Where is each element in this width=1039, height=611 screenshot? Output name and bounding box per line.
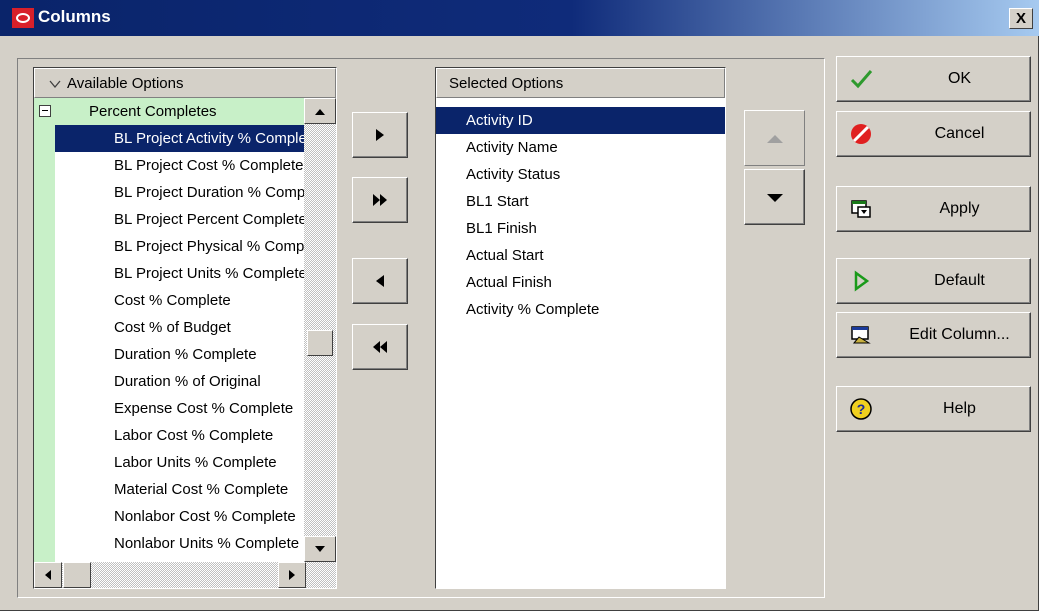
scroll-right-button[interactable] xyxy=(278,562,306,588)
arrow-right-icon xyxy=(376,129,384,141)
no-entry-icon xyxy=(851,124,871,144)
selected-list-item[interactable]: Activity ID xyxy=(436,107,725,134)
edit-column-button-label: Edit Column... xyxy=(909,326,1010,343)
selected-options-header[interactable]: Selected Options xyxy=(436,68,725,98)
double-arrow-left-icon xyxy=(373,341,387,353)
move-down-button[interactable] xyxy=(744,169,805,225)
cancel-button-label: Cancel xyxy=(934,125,985,142)
group-collapse-icon[interactable] xyxy=(39,105,51,117)
available-list-item[interactable]: Labor Units % Complete xyxy=(55,449,304,476)
selected-list-item[interactable]: Actual Finish xyxy=(436,269,725,296)
available-list-item[interactable]: Material Cost % Complete xyxy=(55,476,304,503)
available-list-item[interactable]: BL Project Activity % Complete xyxy=(55,125,304,152)
available-list-item[interactable]: BL Project Cost % Complete xyxy=(55,152,304,179)
selected-list-item[interactable]: BL1 Start xyxy=(436,188,725,215)
checkmark-icon xyxy=(850,70,873,89)
title-bar[interactable]: Columns X xyxy=(0,0,1039,36)
selected-options-list[interactable]: Selected Options Activity ID Activity Nam… xyxy=(435,67,726,589)
available-list-item[interactable]: Expense Cost % Complete xyxy=(55,395,304,422)
available-list-item[interactable]: Nonlabor Units % Complete xyxy=(55,530,304,557)
available-list-item[interactable]: BL Project Duration % Complete xyxy=(55,179,304,206)
selected-list-item[interactable]: Activity Name xyxy=(436,134,725,161)
help-button-label: Help xyxy=(943,400,976,417)
ok-button-label: OK xyxy=(947,70,972,87)
selected-options-header-label: Selected Options xyxy=(449,74,564,92)
available-list-item[interactable]: Duration % of Original xyxy=(55,368,304,395)
available-list-item[interactable]: Labor Cost % Complete xyxy=(55,422,304,449)
add-all-button[interactable] xyxy=(352,177,408,223)
group-row-percent-completes[interactable]: Percent Completes xyxy=(34,98,304,125)
play-triangle-icon xyxy=(854,270,870,292)
scroll-left-button[interactable] xyxy=(34,562,62,588)
default-button[interactable]: Default xyxy=(836,258,1031,304)
tree-indent-band xyxy=(34,98,55,562)
default-button-label: Default xyxy=(934,272,985,289)
move-up-button[interactable] xyxy=(744,110,805,166)
edit-column-icon xyxy=(851,326,871,344)
edit-column-button[interactable]: Edit Column... xyxy=(836,312,1031,358)
available-list-item[interactable]: BL Project Units % Complete xyxy=(55,260,304,287)
remove-all-button[interactable] xyxy=(352,324,408,370)
move-up-icon xyxy=(767,135,783,143)
ok-button[interactable]: OK xyxy=(836,56,1031,102)
available-list-item[interactable]: Duration % Complete xyxy=(55,341,304,368)
available-vertical-scrollbar[interactable] xyxy=(304,98,336,562)
available-horizontal-scrollbar[interactable] xyxy=(34,562,336,588)
available-list-item[interactable]: BL Project Percent Complete xyxy=(55,206,304,233)
window-title: Columns xyxy=(38,7,111,26)
available-list-item[interactable]: Nonlabor Cost % Complete xyxy=(55,503,304,530)
available-options-header-label: Available Options xyxy=(67,74,184,92)
available-options-header[interactable]: Available Options xyxy=(34,68,336,98)
scroll-thumb[interactable] xyxy=(307,330,333,356)
columns-dialog: Columns X Available Options Percent Comp… xyxy=(0,0,1039,611)
add-button[interactable] xyxy=(352,112,408,158)
selected-list-item[interactable]: Activity % Complete xyxy=(436,296,725,323)
available-list-item[interactable]: BL Project Physical % Complete xyxy=(55,233,304,260)
remove-button[interactable] xyxy=(352,258,408,304)
available-list-item[interactable]: Cost % Complete xyxy=(55,287,304,314)
apply-button[interactable]: Apply xyxy=(836,186,1031,232)
available-list-item[interactable]: Cost % of Budget xyxy=(55,314,304,341)
horizontal-scroll-thumb[interactable] xyxy=(63,562,91,588)
collapse-chevron-icon xyxy=(49,75,63,92)
svg-text:?: ? xyxy=(857,401,866,417)
apply-button-label: Apply xyxy=(939,200,980,217)
help-icon: ? xyxy=(850,398,872,420)
selected-list-item[interactable]: BL1 Finish xyxy=(436,215,725,242)
available-options-list[interactable]: Available Options Percent Completes BL P… xyxy=(33,67,337,589)
move-down-icon xyxy=(767,194,783,202)
selected-list-item[interactable]: Actual Start xyxy=(436,242,725,269)
selected-list-item[interactable]: Activity Status xyxy=(436,161,725,188)
arrow-left-icon xyxy=(376,275,384,287)
close-button[interactable]: X xyxy=(1009,8,1033,29)
scroll-down-button[interactable] xyxy=(304,536,336,562)
scroll-up-button[interactable] xyxy=(304,98,336,124)
oracle-logo-icon xyxy=(12,8,34,28)
apply-icon xyxy=(851,200,871,218)
group-label: Percent Completes xyxy=(89,103,217,120)
help-button[interactable]: ? Help xyxy=(836,386,1031,432)
double-arrow-right-icon xyxy=(373,194,387,206)
cancel-button[interactable]: Cancel xyxy=(836,111,1031,157)
